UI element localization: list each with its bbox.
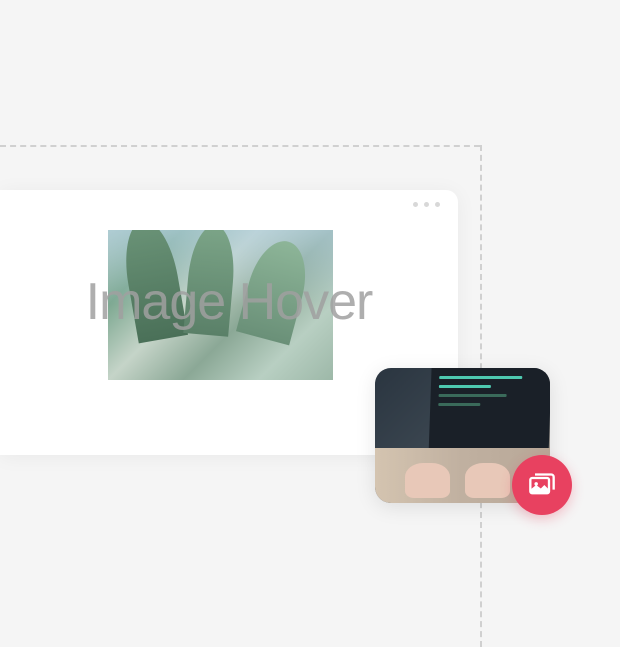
images-icon	[528, 471, 556, 499]
browser-dot	[435, 202, 440, 207]
gallery-badge[interactable]	[512, 455, 572, 515]
browser-dot	[424, 202, 429, 207]
feature-title-overlay: Image Hover	[0, 272, 458, 332]
thumbnail-laptop-screen	[428, 368, 550, 458]
browser-dot	[413, 202, 418, 207]
decorative-dashed-border-top	[0, 145, 480, 147]
thumbnail-code-lines	[438, 376, 543, 412]
thumbnail-hand	[465, 463, 510, 498]
thumbnail-hand	[405, 463, 450, 498]
browser-window-controls	[413, 202, 440, 207]
